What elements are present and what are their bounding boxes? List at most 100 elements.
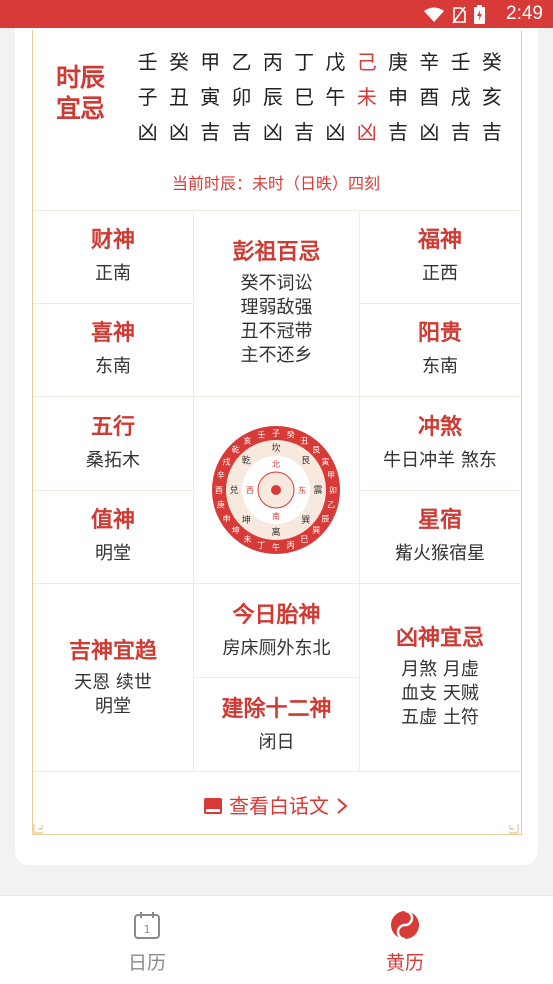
yin-yang-icon xyxy=(391,909,419,941)
tab-calendar[interactable]: 1 日历 xyxy=(87,910,207,975)
compass-icon: 壬子癸丑艮寅甲卯乙辰巽巳丙午丁未坤申庚酉辛戌乾亥 坎艮震巽离坤兑乾 北东南西 xyxy=(212,426,340,554)
compass-outer-label: 酉 xyxy=(215,486,223,495)
compass-outer-label: 壬 xyxy=(257,430,265,440)
luck-cell: 凶 xyxy=(262,120,283,144)
jishen-cell: 吉神宜趋 天恩 续世 明堂 xyxy=(33,633,193,719)
compass-trigram-label: 坎 xyxy=(271,442,280,454)
chongsha-cell: 冲煞 牛日冲羊 煞东 xyxy=(360,409,520,473)
branch-cell: 辰 xyxy=(262,85,283,109)
compass-outer-label: 甲 xyxy=(327,471,335,480)
view-vernacular-link[interactable]: 查看白话文 xyxy=(32,790,520,819)
jianchu-title: 建除十二神 xyxy=(221,696,332,722)
battery-charging-icon xyxy=(474,5,485,24)
xiongshen-line: 月煞 月虚 xyxy=(401,659,479,680)
luck-cell: 吉 xyxy=(481,120,502,144)
compass-outer-label: 寅 xyxy=(321,456,329,466)
compass-outer-label: 子 xyxy=(272,429,280,438)
taishen-cell: 今日胎神 房床厕外东北 xyxy=(194,597,359,661)
wuxing-cell: 五行 桑拓木 xyxy=(33,409,193,473)
jianchu-value: 闭日 xyxy=(258,732,295,753)
stem-cell: 庚 xyxy=(388,50,409,74)
compass-outer-label: 坤 xyxy=(232,525,240,535)
stem-cell: 甲 xyxy=(200,50,221,74)
wifi-icon xyxy=(424,7,444,22)
grid-line xyxy=(33,771,520,772)
view-vernacular-label: 查看白话文 xyxy=(229,794,329,818)
compass-outer-label: 辛 xyxy=(217,470,225,480)
xishen-title: 喜神 xyxy=(90,320,135,346)
xiongshen-title: 凶神宜忌 xyxy=(395,625,484,651)
branch-cell: 巳 xyxy=(294,85,315,109)
xishen-value: 东南 xyxy=(95,356,131,377)
compass-outer-label: 申 xyxy=(223,513,231,523)
compass-direction-label: 西 xyxy=(246,486,254,495)
wuxing-value: 桑拓木 xyxy=(86,450,140,471)
jishen-line: 明堂 xyxy=(95,696,131,717)
compass-outer-label: 巽 xyxy=(312,526,320,535)
status-bar: 2:49 xyxy=(0,0,553,28)
caishen-title: 财神 xyxy=(90,227,135,253)
pengzu-line: 丑不冠带 xyxy=(240,321,313,342)
fushen-cell: 福神 正西 xyxy=(360,222,520,286)
compass-direction-label: 北 xyxy=(272,460,280,469)
pengzu-line: 主不还乡 xyxy=(240,345,313,366)
compass-direction-label: 南 xyxy=(272,511,280,521)
xingxiu-title: 星宿 xyxy=(417,507,462,533)
compass-outer-label: 未 xyxy=(244,534,252,544)
status-icons xyxy=(424,5,485,24)
stem-cell: 丙 xyxy=(262,50,283,74)
calendar-icon: 1 xyxy=(134,912,160,939)
compass-trigram-label: 巽 xyxy=(301,515,310,526)
wuxing-title: 五行 xyxy=(90,414,135,440)
grid-line xyxy=(194,677,359,678)
jishen-lines: 天恩 续世 明堂 xyxy=(33,671,193,719)
branches-row: 子 丑 寅 卯 辰 巳 午 未 申 酉 戌 亥 xyxy=(132,78,508,113)
no-sim-icon xyxy=(452,6,466,23)
tab-huangli[interactable]: 黄历 xyxy=(345,909,465,975)
compass-trigram-label: 乾 xyxy=(242,455,251,467)
zhishen-value: 明堂 xyxy=(95,543,131,564)
luck-cell: 吉 xyxy=(200,120,221,144)
compass-trigram-label: 震 xyxy=(313,485,322,496)
grid-line xyxy=(359,303,520,304)
branch-cell: 戌 xyxy=(450,85,471,109)
xishen-cell: 喜神 东南 xyxy=(33,315,193,379)
tab-huangli-label: 黄历 xyxy=(385,952,424,974)
yanggui-title: 阳贵 xyxy=(417,320,462,346)
grid-line xyxy=(33,490,193,491)
branch-cell: 申 xyxy=(388,85,409,109)
stem-cell: 乙 xyxy=(231,50,252,74)
grid-line xyxy=(33,303,193,304)
xingxiu-cell: 星宿 觜火猴宿星 xyxy=(360,502,520,566)
stem-cell: 癸 xyxy=(481,50,502,74)
compass-outer-label: 午 xyxy=(272,542,280,552)
compass-outer-label: 乙 xyxy=(327,501,335,510)
chevron-right-icon xyxy=(337,798,348,814)
stem-cell-current: 己 xyxy=(356,50,377,74)
zhishen-cell: 值神 明堂 xyxy=(33,502,193,566)
compass-outer-label: 巳 xyxy=(301,535,309,544)
jishen-line: 天恩 续世 xyxy=(74,672,152,693)
stem-cell: 辛 xyxy=(419,50,440,74)
pengzu-line: 癸不词讼 xyxy=(240,273,313,294)
stem-cell: 戊 xyxy=(325,50,346,74)
stem-cell: 壬 xyxy=(450,50,471,74)
jianchu-cell: 建除十二神 闭日 xyxy=(194,691,359,755)
caishen-value: 正南 xyxy=(95,263,131,284)
branch-cell: 午 xyxy=(325,85,346,109)
luck-cell: 吉 xyxy=(388,120,409,144)
xiongshen-cell: 凶神宜忌 月煞 月虚 血支 天贼 五虚 土符 xyxy=(360,620,520,730)
luck-cell: 凶 xyxy=(419,120,440,144)
pengzu-title: 彭祖百忌 xyxy=(232,239,321,265)
luck-cell: 吉 xyxy=(231,120,252,144)
grid-line xyxy=(359,490,520,491)
compass-trigram-label: 离 xyxy=(271,526,280,538)
luck-cell: 凶 xyxy=(168,120,189,144)
caishen-cell: 财神 正南 xyxy=(33,222,193,286)
stem-cell: 癸 xyxy=(168,50,189,74)
luck-cell-current: 凶 xyxy=(356,120,377,144)
stems-row: 壬 癸 甲 乙 丙 丁 戊 己 庚 辛 壬 癸 xyxy=(132,43,508,78)
luck-row: 凶 凶 吉 吉 凶 吉 凶 凶 吉 凶 吉 吉 xyxy=(132,113,508,148)
compass-outer-label: 辰 xyxy=(321,514,329,523)
grid-line xyxy=(33,396,520,397)
